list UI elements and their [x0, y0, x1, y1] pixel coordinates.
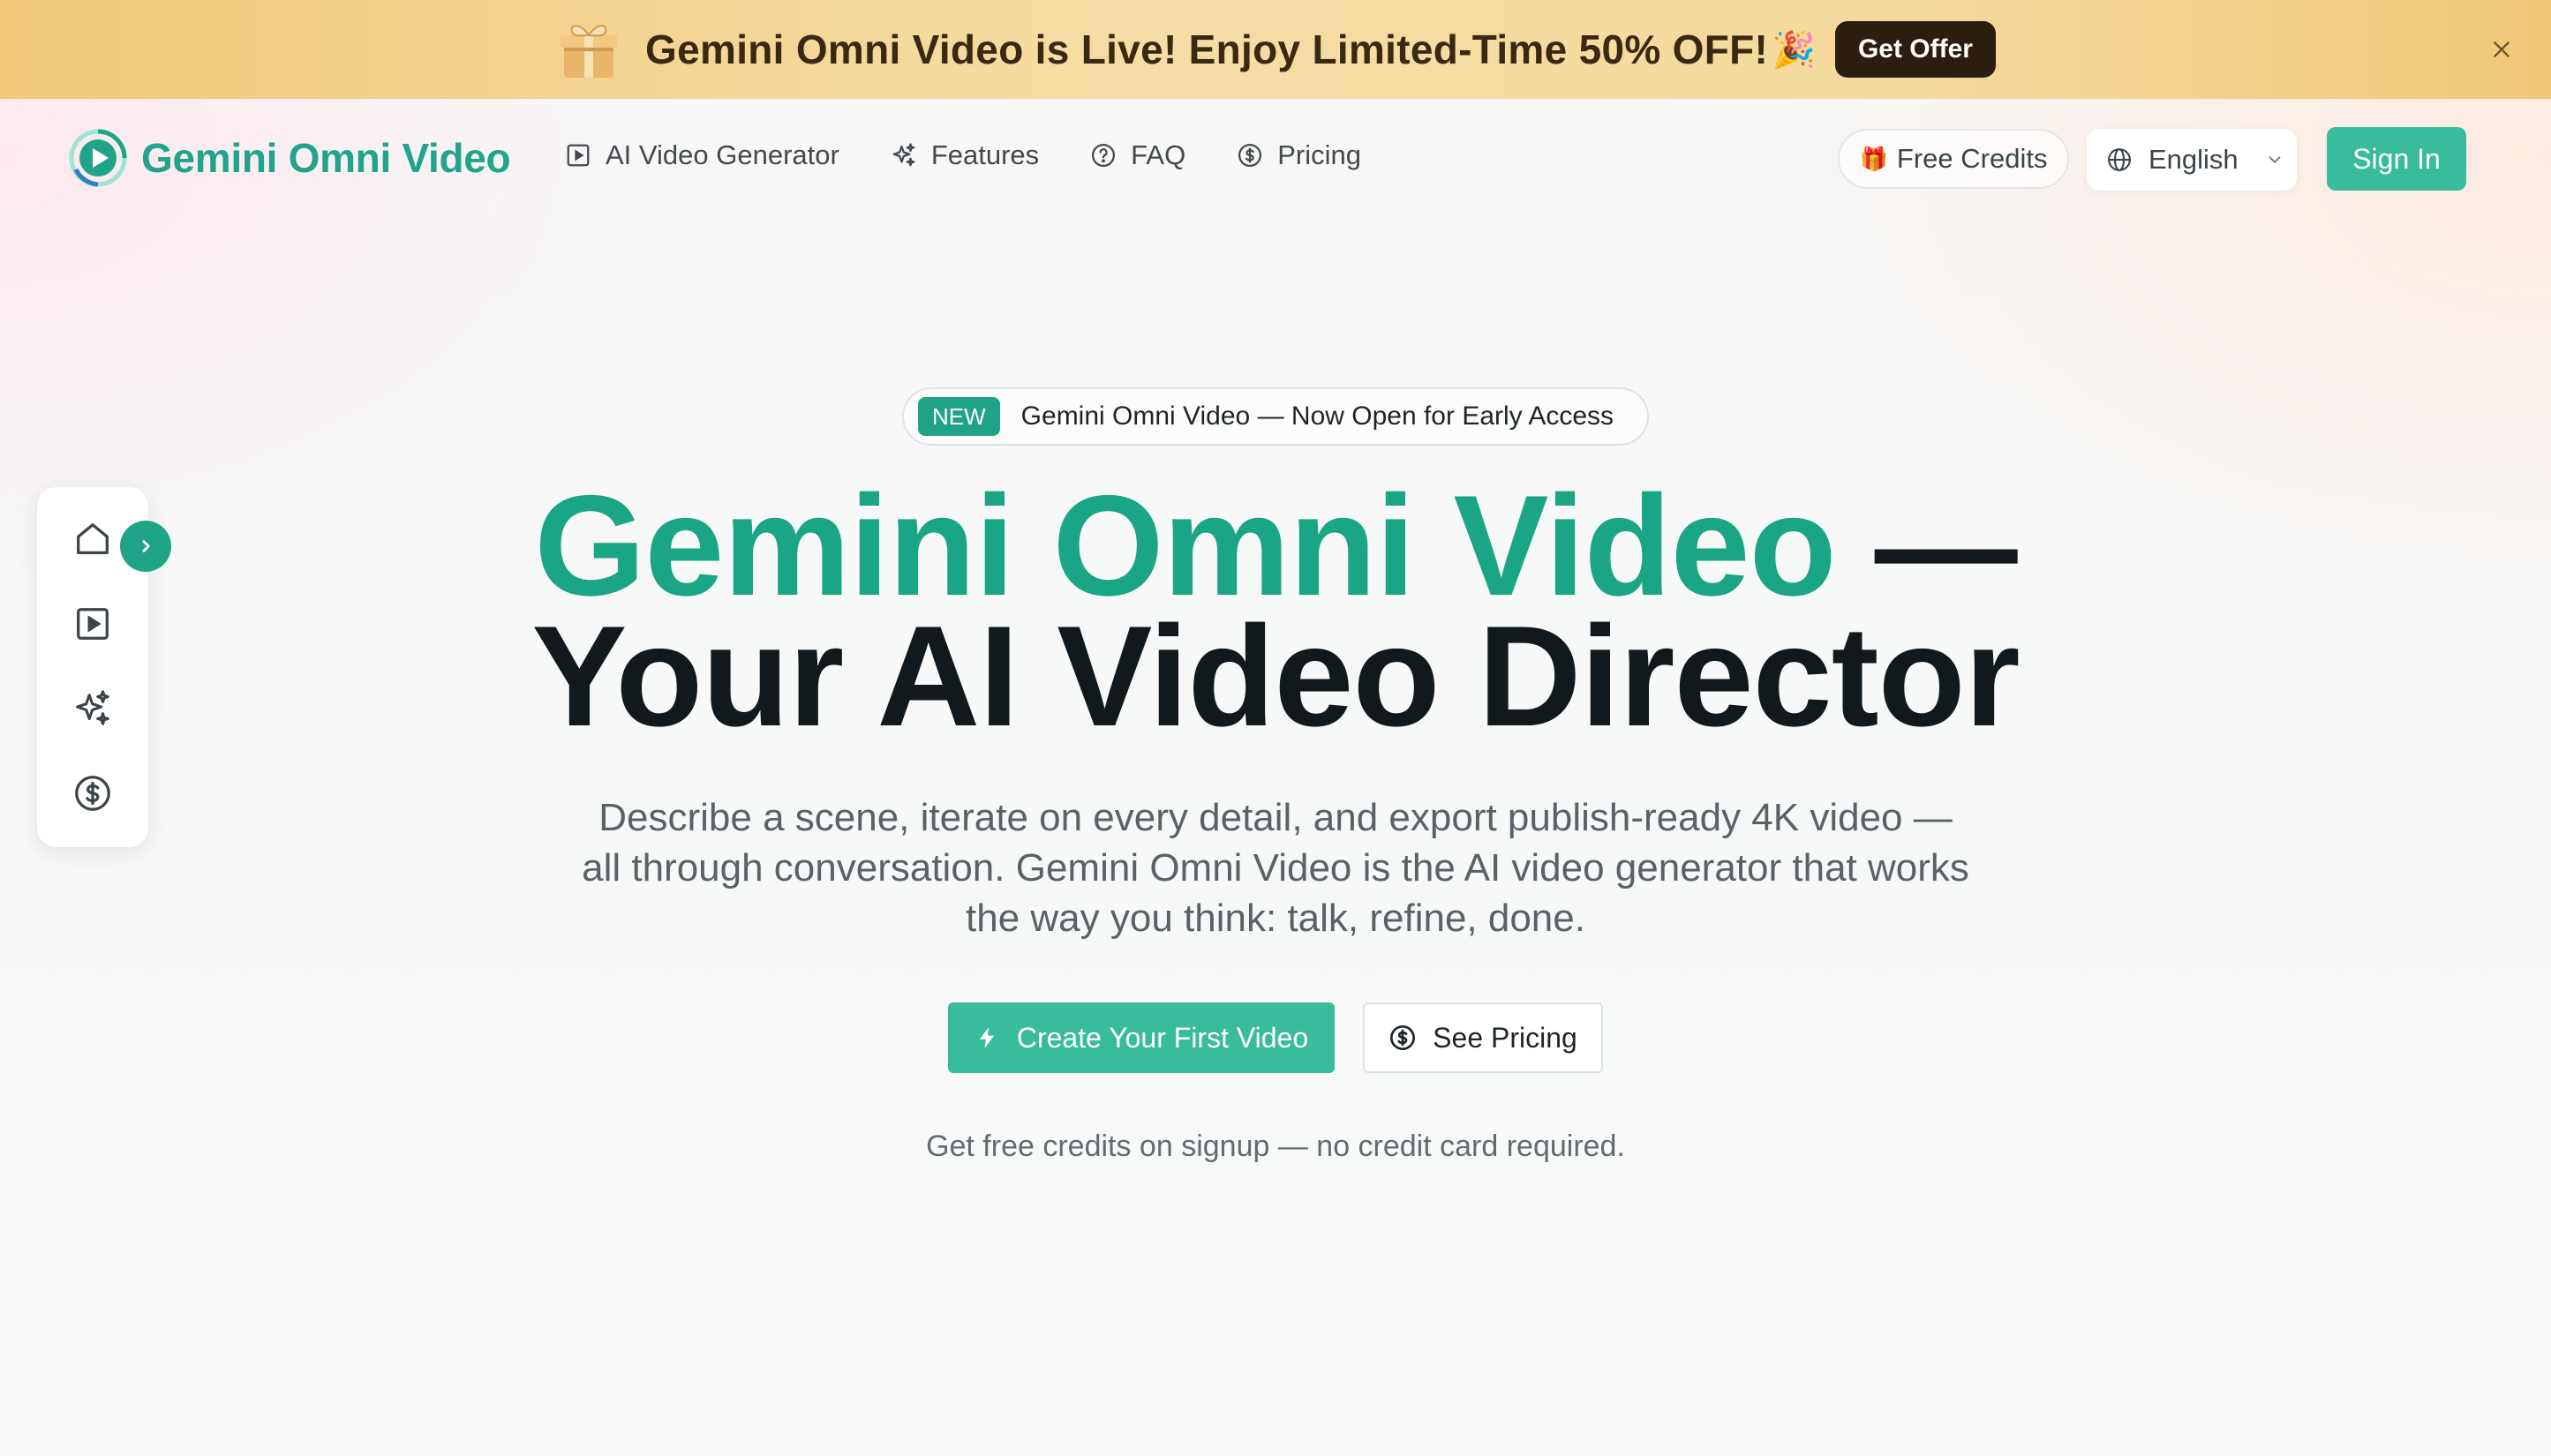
nav-faq[interactable]: FAQ [1090, 139, 1185, 171]
logo-play-icon [69, 129, 127, 187]
see-pricing-button[interactable]: See Pricing [1363, 1002, 1603, 1073]
gift-icon: 🎁 [1859, 145, 1888, 172]
gift-icon [561, 25, 618, 78]
promo-text: Gemini Omni Video is Live! Enjoy Limited… [645, 26, 1769, 72]
logo-text: Gemini Omni Video [141, 135, 511, 181]
signup-note: Get free credits on signup — no credit c… [926, 1130, 1625, 1163]
nav-pricing[interactable]: Pricing [1237, 139, 1361, 171]
nav-ai-video-generator[interactable]: AI Video Generator [565, 139, 839, 171]
language-select[interactable]: English [2087, 129, 2297, 191]
nav-label: FAQ [1131, 139, 1186, 170]
globe-icon [2108, 148, 2131, 171]
cta-row: Create Your First Video See Pricing [0, 1002, 2551, 1073]
nav-label: AI Video Generator [606, 139, 839, 170]
dollar-circle-icon[interactable] [70, 770, 116, 816]
main-nav: AI Video Generator Features FAQ Pricing [565, 139, 1412, 171]
sign-in-button[interactable]: Sign In [2327, 127, 2466, 191]
badge-text: Gemini Omni Video — Now Open for Early A… [1020, 402, 1614, 431]
hero-title: Gemini Omni Video — Your AI Video Direct… [0, 475, 2551, 748]
get-offer-button[interactable]: Get Offer [1834, 21, 1996, 78]
free-credits-label: Free Credits [1896, 143, 2048, 174]
promo-banner: Gemini Omni Video is Live! Enjoy Limited… [0, 0, 2551, 99]
nav-label: Pricing [1277, 139, 1361, 170]
nav-features[interactable]: Features [891, 139, 1039, 171]
help-circle-icon [1092, 144, 1116, 167]
lightning-icon [979, 1027, 995, 1048]
play-square-icon [567, 144, 590, 167]
nav-label: Features [930, 139, 1040, 170]
close-icon[interactable] [2484, 32, 2519, 67]
hero-title-line2: Your AI Video Director [531, 597, 2020, 756]
confetti-icon: 🎉 [1772, 30, 1816, 70]
create-first-video-button[interactable]: Create Your First Video [948, 1002, 1335, 1073]
language-value: English [2148, 144, 2239, 175]
create-first-video-label: Create Your First Video [1016, 1021, 1309, 1054]
dollar-circle-icon [1238, 144, 1262, 167]
hero-subtitle: Describe a scene, iterate on every detai… [582, 796, 1969, 940]
announcement-badge[interactable]: NEW Gemini Omni Video — Now Open for Ear… [902, 387, 1649, 446]
sparkles-icon [892, 143, 915, 167]
see-pricing-label: See Pricing [1433, 1021, 1577, 1054]
new-tag: NEW [918, 397, 1000, 436]
dollar-circle-icon [1390, 1025, 1416, 1050]
logo[interactable]: Gemini Omni Video [69, 129, 511, 187]
chevron-down-icon [2269, 156, 2281, 163]
free-credits-button[interactable]: 🎁 Free Credits [1838, 129, 2069, 189]
top-navbar: Gemini Omni Video AI Video Generator Fea… [0, 99, 2551, 218]
page: Gemini Omni Video is Live! Enjoy Limited… [0, 0, 2551, 1456]
